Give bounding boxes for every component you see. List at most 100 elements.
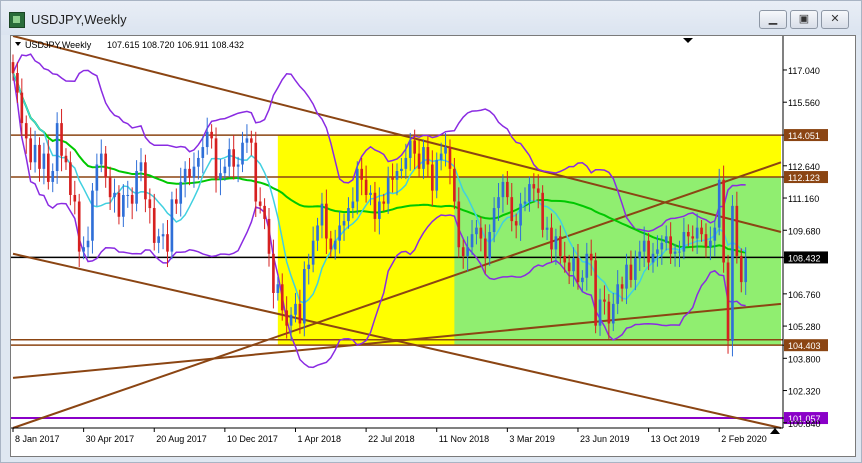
candle-body xyxy=(514,221,518,226)
candle-body xyxy=(227,149,231,167)
y-tick-label: 115.560 xyxy=(788,98,820,108)
candle-body xyxy=(122,194,125,217)
ohlc-readout: 107.615 108.720 106.911 108.432 xyxy=(107,40,244,50)
candle-body xyxy=(611,303,615,324)
candle-body xyxy=(453,168,456,202)
candle-body xyxy=(91,190,94,241)
candle-body xyxy=(311,240,315,265)
candle-body xyxy=(585,253,589,278)
candle-body xyxy=(642,240,646,252)
y-tick-label: 102.320 xyxy=(788,387,821,397)
candle-body xyxy=(42,153,46,169)
candle-body xyxy=(77,201,81,252)
candle-body xyxy=(272,253,275,293)
candle-body xyxy=(656,249,659,254)
x-tick-label: 22 Jul 2018 xyxy=(368,434,415,444)
candle-body xyxy=(497,197,500,209)
maximize-button[interactable]: ▣ xyxy=(790,10,818,29)
candle-body xyxy=(607,301,611,324)
candle-body xyxy=(95,164,99,191)
close-button[interactable]: ✕ xyxy=(821,10,849,29)
candle-body xyxy=(506,181,509,198)
candle-body xyxy=(638,251,642,259)
chart-window-icon xyxy=(9,12,25,28)
candle-body xyxy=(395,171,399,180)
candle-body xyxy=(664,236,668,243)
candle-body xyxy=(373,192,377,219)
candle-body xyxy=(157,236,160,243)
candle-body xyxy=(466,247,469,256)
x-tick-label: 1 Apr 2018 xyxy=(297,434,341,444)
candle-body xyxy=(695,227,699,239)
x-tick-label: 8 Jan 2017 xyxy=(15,434,60,444)
minimize-button[interactable]: ▁ xyxy=(759,10,787,29)
window-title: USDJPY,Weekly xyxy=(31,12,127,27)
candle-body xyxy=(135,171,138,204)
x-tick-label: 10 Dec 2017 xyxy=(227,434,278,444)
candle-body xyxy=(24,123,28,139)
candle-body xyxy=(700,227,703,235)
candle-body xyxy=(55,123,59,172)
candle-body xyxy=(439,153,443,161)
candle-body xyxy=(219,173,222,180)
candle-body xyxy=(369,192,372,195)
candle-body xyxy=(404,157,408,169)
candle-body xyxy=(470,234,474,248)
candle-body xyxy=(82,247,85,252)
candle-body xyxy=(302,269,306,324)
candle-body xyxy=(285,310,288,326)
candle-body xyxy=(581,277,584,283)
candle-body xyxy=(691,236,695,239)
candle-body xyxy=(651,253,655,263)
candle-body xyxy=(179,181,183,204)
candle-body xyxy=(634,258,637,280)
candle-body xyxy=(152,208,156,243)
candle-body xyxy=(316,225,319,241)
candle-body xyxy=(29,138,32,163)
candle-body xyxy=(523,201,527,204)
chart-window: USDJPY,Weekly ▁ ▣ ✕ 117.040 115.560 114.05… xyxy=(0,0,862,463)
candle-body xyxy=(64,155,68,163)
title-bar[interactable]: USDJPY,Weekly ▁ ▣ ✕ xyxy=(1,1,861,35)
candle-body xyxy=(210,131,213,139)
candle-body xyxy=(11,62,15,74)
candle-body xyxy=(620,284,624,289)
symbol-label: USDJPY,Weekly xyxy=(25,40,92,50)
candle-body xyxy=(709,240,712,248)
candle-body xyxy=(139,162,143,172)
chart-area[interactable]: 117.040 115.560 114.051 112.640 112.123 111.1… xyxy=(10,35,856,457)
y-tick-label: 109.680 xyxy=(788,226,821,236)
candle-body xyxy=(329,238,333,250)
candle-body xyxy=(726,262,730,341)
candle-body xyxy=(192,166,196,178)
candle-body xyxy=(532,184,536,189)
candle-body xyxy=(254,142,258,202)
candle-body xyxy=(554,236,558,250)
candle-body xyxy=(408,140,412,158)
candle-body xyxy=(510,197,514,222)
candle-body xyxy=(563,255,567,263)
candle-body xyxy=(417,153,421,169)
candle-body xyxy=(744,258,748,283)
y-tick-label: 103.800 xyxy=(788,354,821,364)
y-tick-label: 111.160 xyxy=(788,194,819,204)
candle-body xyxy=(73,194,77,202)
candle-body xyxy=(342,221,346,226)
y-tick-label: 106.760 xyxy=(788,290,821,300)
candle-body xyxy=(46,153,50,182)
candle-body xyxy=(501,181,505,198)
candle-body xyxy=(686,232,690,237)
price-chart[interactable]: 117.040 115.560 114.051 112.640112.123 111.1… xyxy=(11,36,855,456)
candle-body xyxy=(33,144,37,163)
candle-body xyxy=(444,147,447,154)
candle-body xyxy=(144,162,147,200)
candle-body xyxy=(541,192,544,230)
candle-body xyxy=(739,255,743,283)
candle-body xyxy=(126,194,130,196)
candle-body xyxy=(347,208,350,222)
candle-body xyxy=(713,227,717,241)
candle-body xyxy=(250,138,253,143)
symbol-dropdown-icon[interactable] xyxy=(15,42,21,46)
y-tick-label: 117.040 xyxy=(788,66,820,76)
candle-body xyxy=(276,284,280,293)
